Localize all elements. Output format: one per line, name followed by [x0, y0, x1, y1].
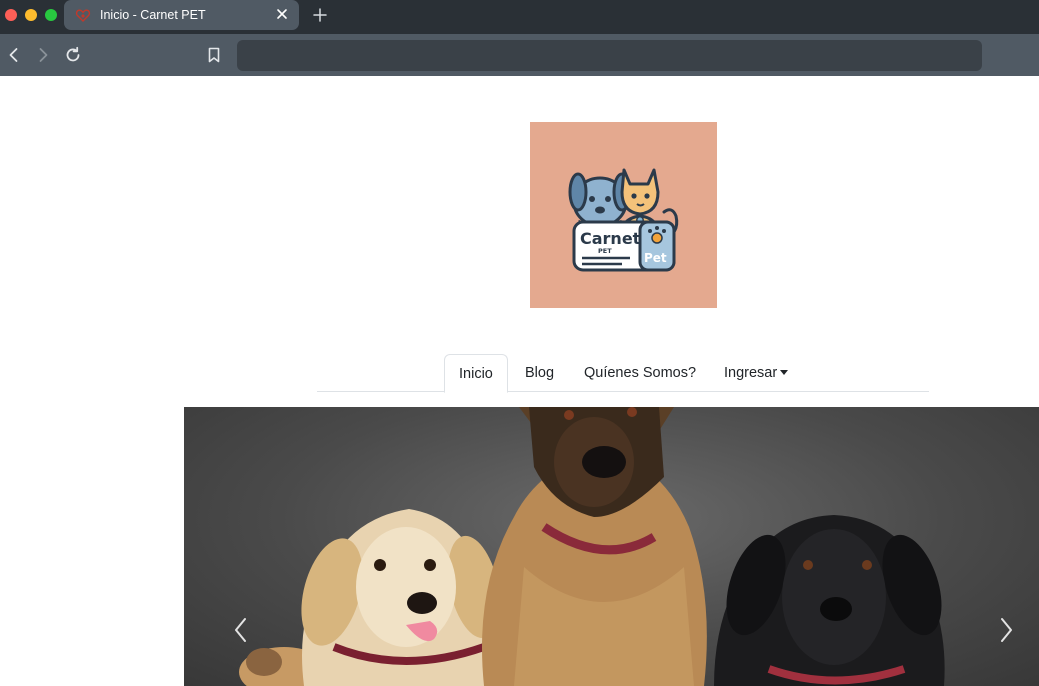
black-labrador-shape	[714, 515, 945, 686]
paw-heart-favicon-icon	[75, 9, 91, 22]
nav-tab-blog-label: Blog	[525, 365, 555, 381]
nav-tab-quienes-somos-label: Quíenes Somos?	[584, 365, 697, 381]
maximize-window-button[interactable]	[45, 9, 57, 21]
close-tab-icon[interactable]	[275, 7, 289, 21]
address-bar[interactable]	[237, 40, 982, 71]
nav-tab-ingresar-label: Ingresar	[724, 365, 778, 381]
svg-text:Pet: Pet	[644, 251, 667, 265]
dogs-photo	[239, 407, 945, 686]
bookmark-icon[interactable]	[205, 46, 223, 64]
page-content: Carnet PET Pet Inicio Blog Quíenes Somos…	[0, 76, 1039, 686]
main-nav-tabs: Inicio Blog Quíenes Somos? Ingresar	[317, 354, 929, 393]
carousel-next-icon[interactable]	[996, 615, 1016, 645]
reload-icon[interactable]	[64, 46, 82, 64]
carousel-prev-icon[interactable]	[231, 615, 251, 645]
nav-tab-inicio[interactable]: Inicio	[444, 354, 508, 393]
svg-text:PET: PET	[598, 247, 612, 255]
close-window-button[interactable]	[5, 9, 17, 21]
new-tab-icon[interactable]	[312, 7, 328, 23]
browser-tab[interactable]: Inicio - Carnet PET	[64, 0, 299, 30]
browser-tab-bar: Inicio - Carnet PET	[0, 0, 1039, 34]
nav-tab-inicio-label: Inicio	[459, 366, 493, 382]
svg-text:Carnet: Carnet	[580, 229, 641, 248]
tab-title: Inicio - Carnet PET	[100, 8, 206, 22]
hero-carousel	[184, 407, 1039, 686]
minimize-window-button[interactable]	[25, 9, 37, 21]
nav-tab-blog[interactable]: Blog	[525, 354, 554, 392]
german-shepherd-shape	[482, 407, 707, 686]
nav-tab-ingresar-dropdown[interactable]: Ingresar	[724, 354, 789, 392]
nav-tab-quienes-somos[interactable]: Quíenes Somos?	[584, 354, 696, 392]
carnet-pet-logo-image: Carnet PET Pet	[568, 168, 679, 272]
caret-down-icon	[780, 370, 789, 375]
pet-card-icon: Carnet PET Pet	[572, 220, 676, 272]
golden-retriever-shape	[301, 509, 500, 686]
forward-icon[interactable]	[34, 46, 52, 64]
carnet-pet-logo[interactable]: Carnet PET Pet	[530, 122, 717, 308]
back-icon[interactable]	[5, 46, 23, 64]
browser-toolbar	[0, 34, 1039, 76]
